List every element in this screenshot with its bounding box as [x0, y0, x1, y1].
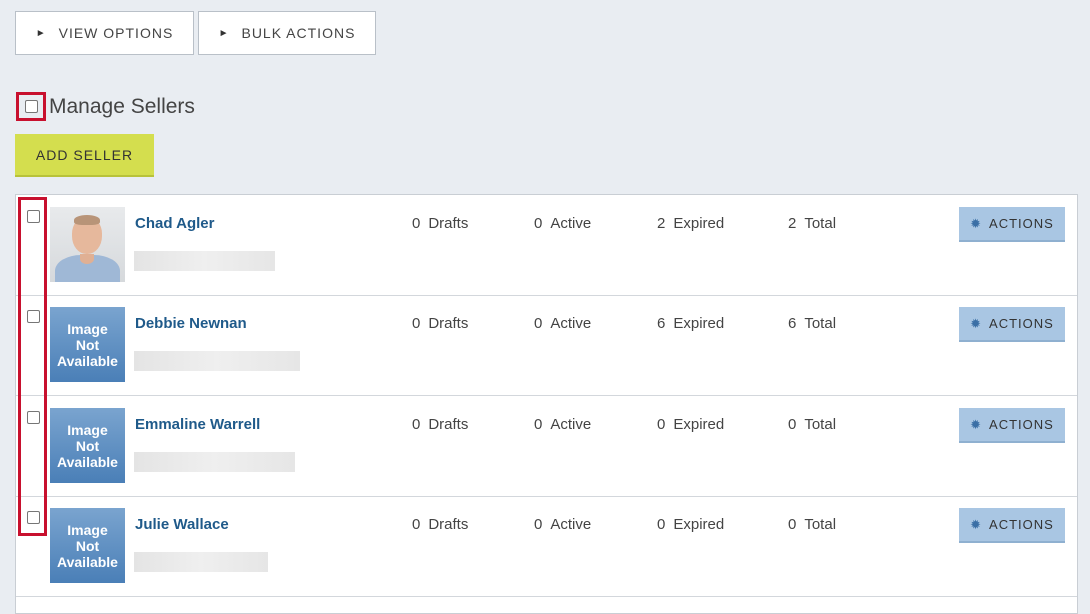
redacted-text	[134, 452, 295, 472]
total-count: 6 Total	[788, 315, 837, 332]
seller-row: Image Not Available Debbie Newnan 0 Drafts …	[16, 295, 1077, 396]
select-all-checkbox[interactable]	[24, 100, 38, 113]
view-options-label: VIEW OPTIONS	[58, 25, 174, 41]
expired-count: 6 Expired	[657, 315, 725, 332]
total-count: 0 Total	[788, 416, 837, 433]
active-count: 0 Active	[534, 315, 592, 332]
select-all-highlight	[16, 92, 46, 121]
total-count: 2 Total	[788, 215, 837, 232]
drafts-count: 0 Drafts	[412, 215, 469, 232]
gear-icon: ✹	[970, 416, 983, 432]
avatar	[50, 207, 125, 282]
active-count: 0 Active	[534, 215, 592, 232]
seller-row: Chad Agler 0 Drafts 0 Active 2 Expired 2 Tot…	[16, 195, 1077, 296]
seller-name-link[interactable]: Debbie Newnan	[135, 315, 247, 332]
seller-row: Image Not Available Julie Wallace 0 Drafts …	[16, 496, 1077, 597]
expired-count: 2 Expired	[657, 215, 725, 232]
seller-name-link[interactable]: Emmaline Warrell	[135, 416, 260, 433]
total-count: 0 Total	[788, 516, 837, 533]
active-count: 0 Active	[534, 416, 592, 433]
page-title: Manage Sellers	[49, 94, 195, 118]
expired-count: 0 Expired	[657, 416, 725, 433]
toolbar: ► VIEW OPTIONS ► BULK ACTIONS	[15, 11, 376, 55]
drafts-count: 0 Drafts	[412, 516, 469, 533]
seller-name-link[interactable]: Chad Agler	[135, 215, 214, 232]
gear-icon: ✹	[970, 215, 983, 231]
redacted-text	[134, 552, 268, 572]
page-heading: Manage Sellers	[16, 92, 195, 121]
triangle-right-icon: ►	[35, 27, 47, 39]
seller-list: Chad Agler 0 Drafts 0 Active 2 Expired 2 Tot…	[15, 194, 1078, 614]
gear-icon: ✹	[970, 516, 983, 532]
bulk-actions-button[interactable]: ► BULK ACTIONS	[198, 11, 376, 55]
drafts-count: 0 Drafts	[412, 416, 469, 433]
actions-button[interactable]: ✹ ACTIONS	[959, 207, 1065, 242]
triangle-right-icon: ►	[218, 27, 230, 39]
actions-button[interactable]: ✹ ACTIONS	[959, 307, 1065, 342]
bulk-actions-label: BULK ACTIONS	[241, 25, 356, 41]
active-count: 0 Active	[534, 516, 592, 533]
checkbox-column-highlight	[18, 197, 47, 536]
avatar-placeholder: Image Not Available	[50, 408, 125, 483]
actions-button[interactable]: ✹ ACTIONS	[959, 408, 1065, 443]
drafts-count: 0 Drafts	[412, 315, 469, 332]
avatar-placeholder: Image Not Available	[50, 307, 125, 382]
redacted-text	[134, 251, 275, 271]
expired-count: 0 Expired	[657, 516, 725, 533]
gear-icon: ✹	[970, 315, 983, 331]
actions-button[interactable]: ✹ ACTIONS	[959, 508, 1065, 543]
view-options-button[interactable]: ► VIEW OPTIONS	[15, 11, 194, 55]
seller-row: Image Not Available Emmaline Warrell 0 Draf…	[16, 396, 1077, 497]
seller-name-link[interactable]: Julie Wallace	[135, 516, 229, 533]
redacted-text	[134, 351, 300, 371]
add-seller-button[interactable]: ADD SELLER	[15, 134, 154, 177]
avatar-placeholder: Image Not Available	[50, 508, 125, 583]
